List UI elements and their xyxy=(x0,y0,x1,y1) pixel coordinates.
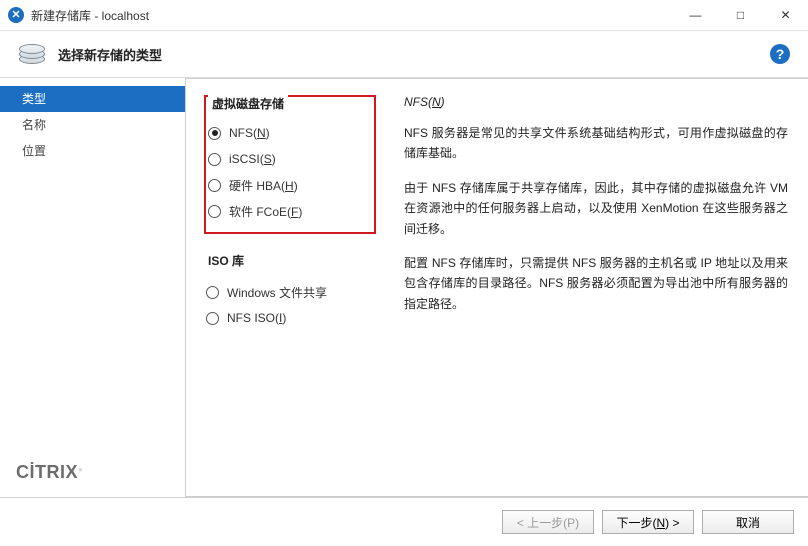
option-windows-share[interactable]: Windows 文件共享 xyxy=(206,279,376,305)
option-nfs-radio[interactable] xyxy=(208,127,221,140)
wizard-body: 类型 名称 位置 CİTRIX● 虚拟磁盘存储 NFS(N) xyxy=(0,78,808,497)
option-nfs-iso-label: NFS ISO(I) xyxy=(227,311,286,325)
option-fcoe-radio[interactable] xyxy=(208,205,221,218)
titlebar: ✕ 新建存储库 - localhost — □ ✕ xyxy=(0,0,808,31)
description-p2: 由于 NFS 存储库属于共享存储库，因此，其中存储的虚拟磁盘允许 VM 在资源池… xyxy=(404,178,788,239)
option-windows-share-radio[interactable] xyxy=(206,286,219,299)
app-icon: ✕ xyxy=(8,7,24,23)
storage-type-options: 虚拟磁盘存储 NFS(N) iSCSI(S) 硬件 HBA(H) xyxy=(206,95,376,480)
step-name[interactable]: 名称 xyxy=(0,112,185,138)
storage-icon xyxy=(18,44,46,64)
description-p3: 配置 NFS 存储库时，只需提供 NFS 服务器的主机名或 IP 地址以及用来包… xyxy=(404,253,788,314)
option-hba[interactable]: 硬件 HBA(H) xyxy=(208,172,366,198)
option-nfs-label: NFS(N) xyxy=(229,126,270,140)
description-panel: NFS(N) NFS 服务器是常见的共享文件系统基础结构形式，可用作虚拟磁盘的存… xyxy=(404,95,788,480)
brand-logo: CİTRIX● xyxy=(0,462,185,497)
description-p1: NFS 服务器是常见的共享文件系统基础结构形式，可用作虚拟磁盘的存储库基础。 xyxy=(404,123,788,164)
option-fcoe[interactable]: 软件 FCoE(F) xyxy=(208,198,366,224)
maximize-button[interactable]: □ xyxy=(718,0,763,30)
option-nfs-iso-radio[interactable] xyxy=(206,312,219,325)
option-fcoe-label: 软件 FCoE(F) xyxy=(229,203,302,220)
next-button[interactable]: 下一步(N) > xyxy=(602,510,694,534)
step-nav: 类型 名称 位置 xyxy=(0,78,185,164)
option-hba-radio[interactable] xyxy=(208,179,221,192)
content-panel: 虚拟磁盘存储 NFS(N) iSCSI(S) 硬件 HBA(H) xyxy=(185,78,808,497)
option-iscsi-radio[interactable] xyxy=(208,153,221,166)
option-hba-label: 硬件 HBA(H) xyxy=(229,177,298,194)
back-button: < 上一步(P) xyxy=(502,510,594,534)
minimize-button[interactable]: — xyxy=(673,0,718,30)
wizard-window: ✕ 新建存储库 - localhost — □ ✕ 选择新存储的类型 ? 类型 … xyxy=(0,0,808,546)
step-type[interactable]: 类型 xyxy=(0,86,185,112)
option-iscsi[interactable]: iSCSI(S) xyxy=(208,146,366,172)
virtual-disk-storage-group: 虚拟磁盘存储 NFS(N) iSCSI(S) 硬件 HBA(H) xyxy=(204,95,376,234)
iso-library-group: ISO 库 Windows 文件共享 NFS ISO(I) xyxy=(206,252,376,331)
description-title: NFS(N) xyxy=(404,95,788,109)
iso-group-title: ISO 库 xyxy=(208,252,376,269)
page-title: 选择新存储的类型 xyxy=(58,45,162,64)
step-location[interactable]: 位置 xyxy=(0,138,185,164)
help-icon[interactable]: ? xyxy=(770,44,790,64)
wizard-header: 选择新存储的类型 ? xyxy=(0,31,808,78)
option-iscsi-label: iSCSI(S) xyxy=(229,152,276,166)
window-title: 新建存储库 - localhost xyxy=(31,7,149,24)
close-button[interactable]: ✕ xyxy=(763,0,808,30)
sidebar: 类型 名称 位置 CİTRIX● xyxy=(0,78,185,497)
wizard-footer: < 上一步(P) 下一步(N) > 取消 xyxy=(0,497,808,546)
cancel-button[interactable]: 取消 xyxy=(702,510,794,534)
option-windows-share-label: Windows 文件共享 xyxy=(227,284,327,301)
option-nfs-iso[interactable]: NFS ISO(I) xyxy=(206,305,376,331)
option-nfs[interactable]: NFS(N) xyxy=(208,120,366,146)
vdisk-group-title: 虚拟磁盘存储 xyxy=(208,95,288,112)
